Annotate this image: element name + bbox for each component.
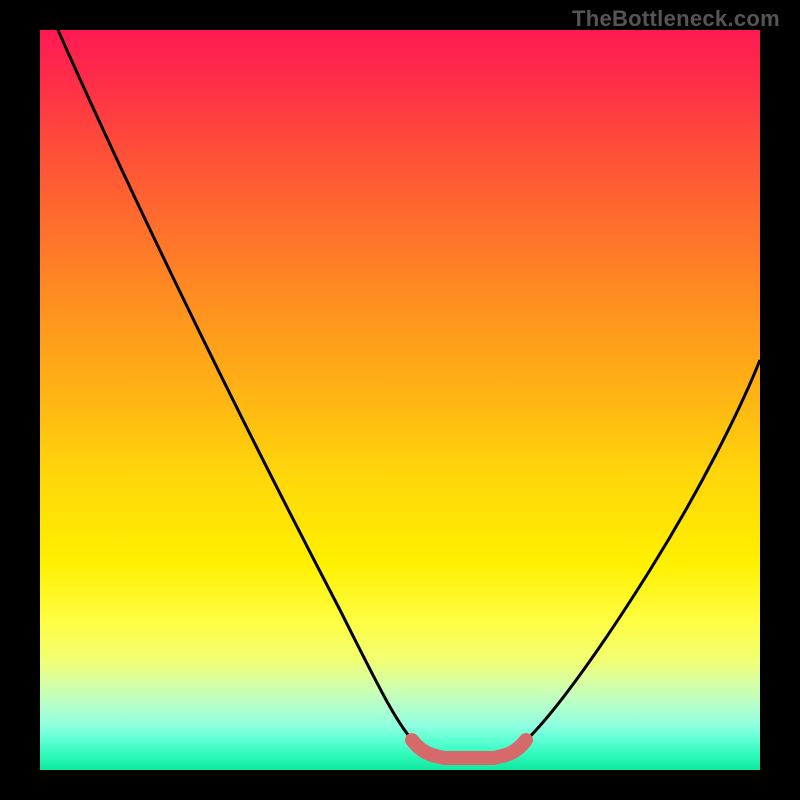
chart-frame: TheBottleneck.com bbox=[0, 0, 800, 800]
watermark-text: TheBottleneck.com bbox=[572, 6, 780, 32]
plot-area bbox=[40, 30, 760, 770]
optimal-band bbox=[412, 740, 526, 758]
bottleneck-curve bbox=[58, 30, 760, 758]
curve-layer bbox=[40, 30, 760, 770]
